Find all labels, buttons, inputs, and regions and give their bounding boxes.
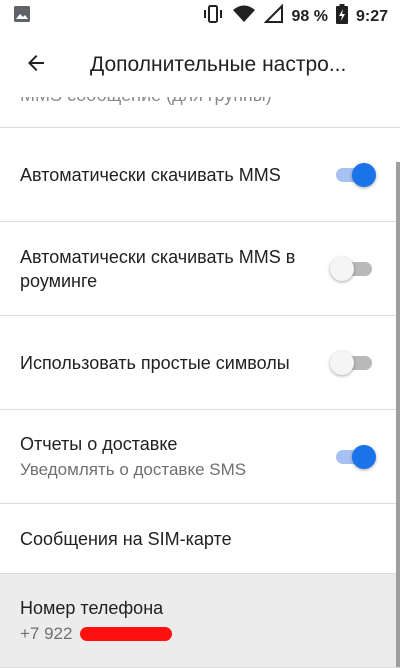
status-time: 9:27 (355, 7, 388, 25)
auto-download-roaming-switch[interactable] (330, 255, 374, 283)
signal-icon (263, 3, 284, 29)
list-item-cutoff-text: MMS сообщение (для группы) (20, 97, 272, 106)
vibrate-icon (202, 4, 224, 29)
status-bar: 98 % 9:27 (0, 0, 400, 33)
setting-sim-messages[interactable]: Сообщения на SIM-карте (0, 504, 400, 574)
arrow-back-icon (24, 51, 48, 80)
battery-percentage: 98 % (291, 7, 328, 25)
setting-title: Автоматически скачивать MMS (20, 164, 281, 185)
setting-subtitle: +7 922 (20, 622, 310, 646)
image-icon (12, 4, 32, 29)
redaction-mark (80, 627, 173, 642)
setting-title: Использовать простые символы (20, 352, 290, 373)
simple-characters-switch[interactable] (330, 349, 374, 377)
phone-number-prefix: +7 922 (20, 623, 73, 643)
battery-charging-icon (335, 4, 348, 29)
list-item-cutoff: MMS сообщение (для группы) (0, 97, 400, 128)
setting-title: Номер телефона (20, 597, 164, 618)
settings-list: MMS сообщение (для группы) Автоматически… (0, 97, 400, 668)
setting-title: Автоматически скачивать MMS в роуминге (20, 246, 296, 291)
wifi-icon (232, 4, 256, 29)
page-title: Дополнительные настро... (90, 53, 347, 76)
setting-subtitle: Уведомлять о доставке SMS (20, 459, 247, 479)
setting-simple-characters[interactable]: Использовать простые символы (0, 316, 400, 410)
setting-auto-download-mms-roaming[interactable]: Автоматически скачивать MMS в роуминге (0, 222, 400, 316)
scrollbar[interactable] (396, 162, 400, 667)
setting-auto-download-mms[interactable]: Автоматически скачивать MMS (0, 128, 400, 222)
setting-title: Отчеты о доставке (20, 433, 178, 454)
setting-phone-number[interactable]: Номер телефона +7 922 (0, 574, 400, 668)
app-bar: Дополнительные настро... (0, 33, 400, 97)
back-button[interactable] (0, 33, 72, 97)
setting-title: Сообщения на SIM-карте (20, 528, 232, 549)
delivery-reports-switch[interactable] (334, 443, 376, 471)
setting-delivery-reports[interactable]: Отчеты о доставке Уведомлять о доставке … (0, 410, 400, 504)
auto-download-mms-switch[interactable] (334, 161, 376, 189)
